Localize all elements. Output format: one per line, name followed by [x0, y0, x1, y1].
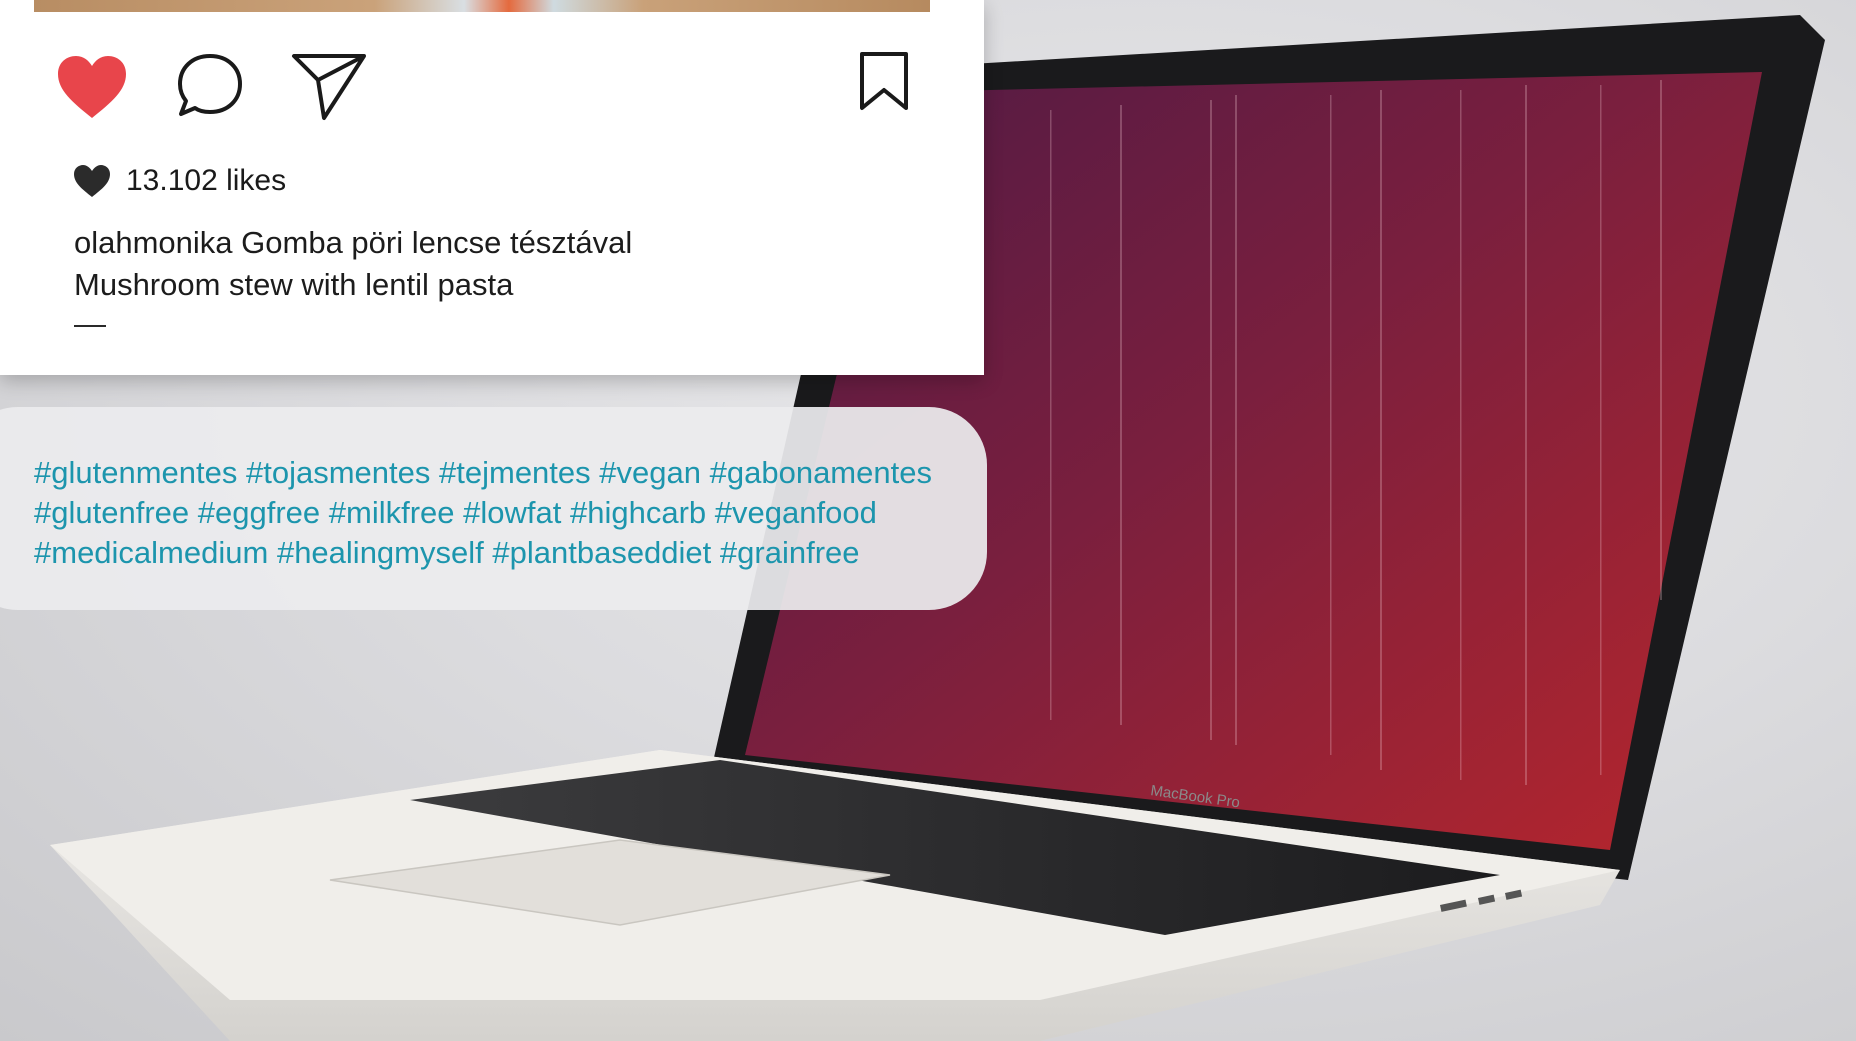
post-caption: olahmonika Gomba pöri lencse tésztával M…	[74, 222, 954, 306]
hashtag-link[interactable]: #eggfree	[198, 495, 320, 530]
hashtag-link[interactable]: #healingmyself	[277, 535, 484, 570]
hashtag-link[interactable]: #veganfood	[715, 495, 877, 530]
caption-divider	[74, 325, 106, 327]
bookmark-icon[interactable]	[858, 50, 910, 112]
hashtag-link[interactable]: #grainfree	[720, 535, 860, 570]
post-photo	[34, 0, 930, 12]
hashtag-link[interactable]: #medicalmedium	[34, 535, 268, 570]
hashtag-link[interactable]: #plantbaseddiet	[492, 535, 711, 570]
hashtag-line: #glutenfree #eggfree #milkfree #lowfat #…	[34, 493, 932, 533]
hashtag-line: #medicalmedium #healingmyself #plantbase…	[34, 533, 932, 573]
hashtag-link[interactable]: #tojasmentes	[246, 455, 430, 490]
hashtag-link[interactable]: #lowfat	[463, 495, 561, 530]
hashtag-link[interactable]: #milkfree	[329, 495, 455, 530]
hashtag-link[interactable]: #gabonamentes	[710, 455, 932, 490]
comment-bubble-icon[interactable]	[174, 50, 246, 122]
post-action-bar	[0, 50, 984, 125]
instagram-post-card: 13.102 likes olahmonika Gomba pöri lencs…	[0, 0, 984, 375]
hashtag-link[interactable]: #tejmentes	[439, 455, 591, 490]
hashtag-line: #glutenmentes #tojasmentes #tejmentes #v…	[34, 453, 932, 493]
paper-plane-icon[interactable]	[290, 50, 368, 122]
hashtag-list: #glutenmentes #tojasmentes #tejmentes #v…	[34, 453, 932, 573]
hashtag-link[interactable]: #highcarb	[570, 495, 706, 530]
heart-small-icon	[74, 165, 110, 197]
hashtag-link[interactable]: #glutenfree	[34, 495, 189, 530]
heart-filled-icon[interactable]	[54, 50, 130, 125]
hashtag-link[interactable]: #glutenmentes	[34, 455, 237, 490]
hashtag-link[interactable]: #vegan	[599, 455, 701, 490]
likes-row: 13.102 likes	[72, 160, 286, 202]
caption-line-1: olahmonika Gomba pöri lencse tésztával	[74, 225, 633, 260]
hashtag-panel: #glutenmentes #tojasmentes #tejmentes #v…	[0, 407, 987, 610]
caption-line-2: Mushroom stew with lentil pasta	[74, 267, 514, 302]
likes-count[interactable]: 13.102 likes	[126, 164, 286, 198]
